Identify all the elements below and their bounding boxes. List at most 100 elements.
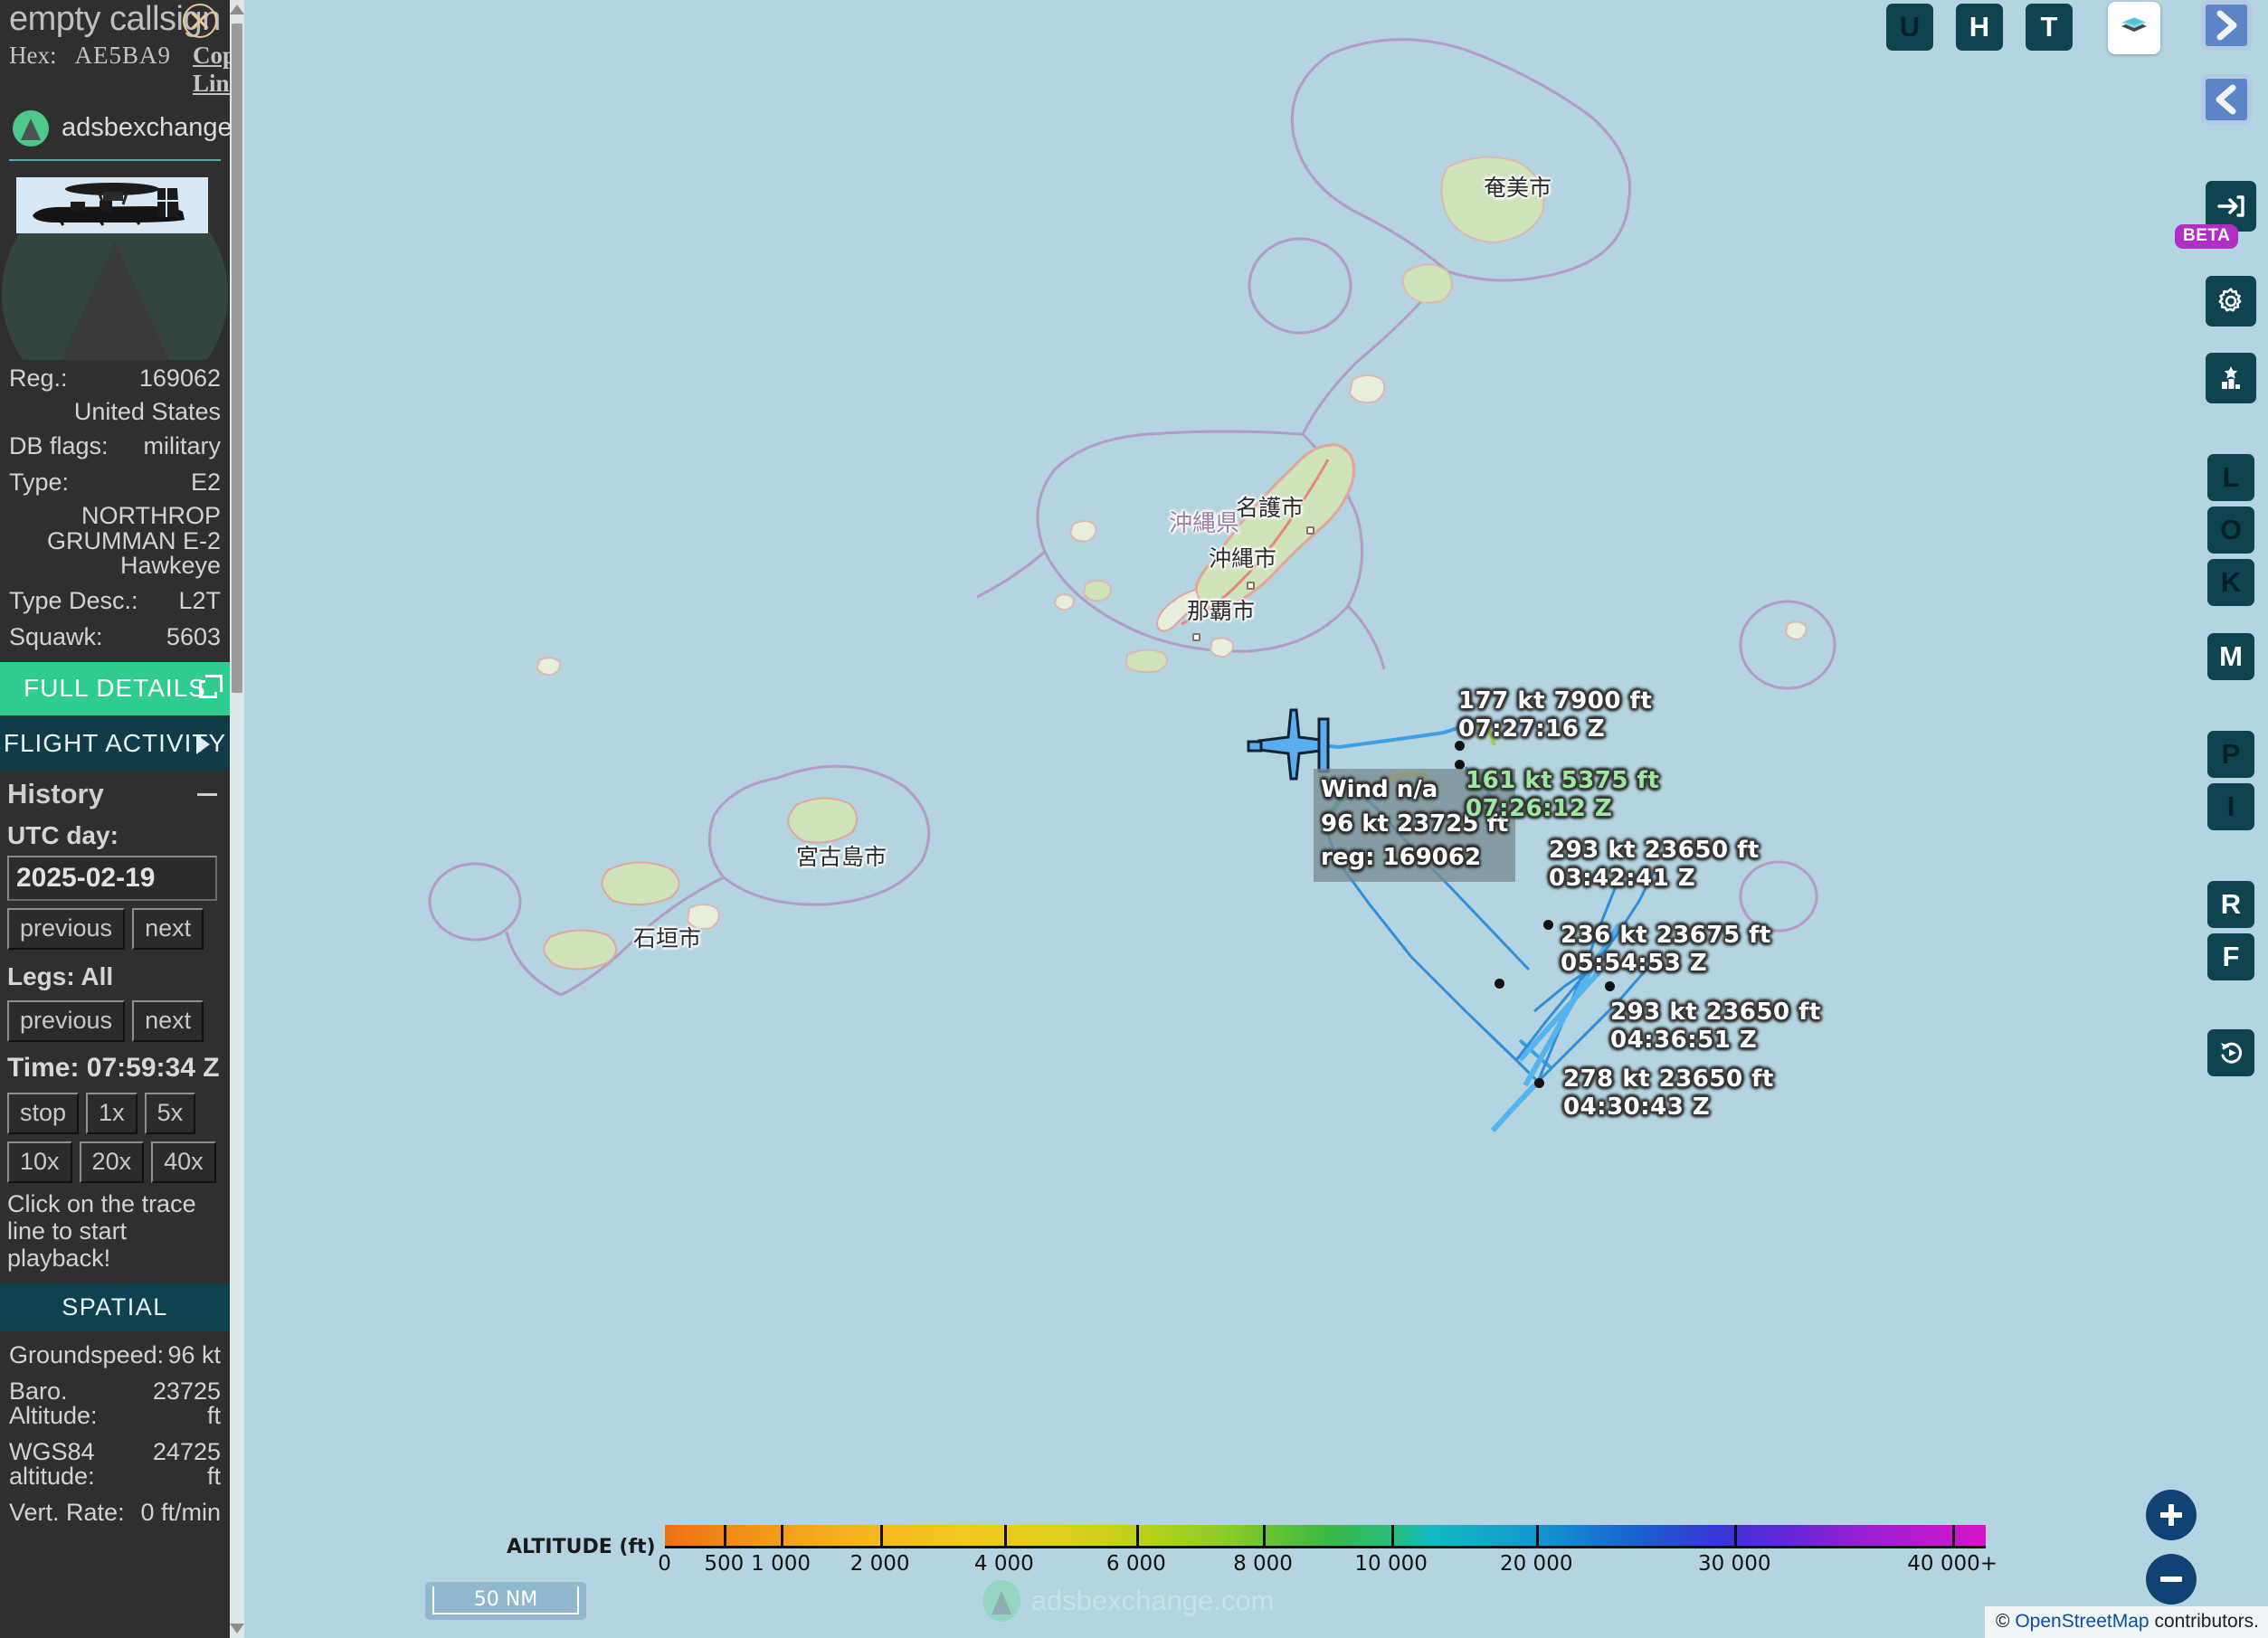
map-button-t[interactable]: T	[2026, 4, 2073, 51]
legs-next-button[interactable]: next	[132, 1000, 204, 1043]
altitude-tick	[781, 1525, 784, 1548]
map-button-m[interactable]: M	[2207, 633, 2254, 680]
sidebar-scrollbar[interactable]	[230, 0, 244, 1638]
utc-day-input[interactable]	[7, 856, 217, 902]
trace-point[interactable]	[1534, 1078, 1544, 1088]
trace-label: 236 kt 23675 ft 05:54:53 Z	[1561, 922, 1771, 977]
scrollbar-thumb[interactable]	[232, 24, 242, 693]
trace-point[interactable]	[1495, 979, 1504, 989]
city-label: 那覇市	[1187, 598, 1256, 624]
trace-label-line2: 07:27:16 Z	[1458, 715, 1606, 743]
utc-day-label: UTC day:	[7, 821, 119, 850]
chevron-left-icon	[2216, 84, 2236, 115]
gear-icon	[2218, 288, 2242, 312]
altitude-tick	[1390, 1525, 1394, 1548]
trace-label-line1: 293 kt 23650 ft	[1610, 999, 1821, 1026]
map-geometry	[428, 38, 1836, 1133]
playback-10x-button[interactable]: 10x	[7, 1141, 72, 1184]
altitude-tick	[1003, 1525, 1007, 1548]
map-button-u[interactable]: U	[1886, 4, 1933, 51]
e2-hawkeye-icon	[33, 182, 185, 226]
close-icon[interactable]	[183, 4, 217, 38]
scroll-up-icon[interactable]	[230, 5, 244, 14]
detail-key: Type Desc.:	[9, 587, 138, 615]
settings-button[interactable]	[2206, 276, 2256, 327]
map-button-k[interactable]: K	[2207, 559, 2254, 606]
stats-button[interactable]	[2206, 353, 2256, 403]
city-label: 奄美市	[1484, 175, 1552, 201]
altitude-tick-label: 4 000	[973, 1552, 1034, 1576]
day-previous-button[interactable]: previous	[7, 908, 126, 951]
panel-expand-right-button[interactable]	[2201, 0, 2252, 51]
playback-40x-button[interactable]: 40x	[151, 1141, 216, 1184]
scroll-down-icon[interactable]	[230, 1624, 244, 1633]
spatial-section-header[interactable]: SPATIAL	[0, 1283, 230, 1331]
history-section-header[interactable]: History	[0, 771, 230, 818]
trace-label: 278 kt 23650 ft 04:30:43 Z	[1563, 1065, 1774, 1121]
altitude-tick-label: 0	[658, 1552, 671, 1576]
city-dot	[1247, 582, 1255, 590]
openstreetmap-link[interactable]: OpenStreetMap	[2015, 1611, 2149, 1632]
detail-row-reg: Reg.: 169062	[9, 360, 221, 396]
zoom-in-button[interactable]	[2146, 1490, 2197, 1540]
spatial-key: Groundspeed:	[9, 1340, 165, 1368]
replay-button[interactable]	[2207, 1029, 2254, 1076]
playback-20x-button[interactable]: 20x	[79, 1141, 145, 1184]
layers-button[interactable]	[2108, 2, 2160, 54]
adsbexchange-logo-icon	[13, 109, 49, 147]
map-watermark: adsbexchange.com	[982, 1580, 1274, 1622]
hex-row: Hex: AE5BA9 Copy Link	[9, 41, 244, 98]
full-details-button[interactable]: FULL DETAILS	[0, 662, 230, 716]
trace-point[interactable]	[1543, 920, 1553, 930]
replay-icon	[2221, 1042, 2243, 1064]
legs-previous-button[interactable]: previous	[7, 1000, 126, 1043]
playback-speed-row-1: stop 1x 5x	[0, 1085, 230, 1135]
altitude-legend: ALTITUDE (ft) 0 500 1 000 2 000 4 000 6 000 8 …	[507, 1525, 1998, 1576]
detail-row-dbflags: DB flags: military	[9, 428, 221, 464]
hex-label: Hex:	[9, 41, 57, 69]
hover-reg: reg: 169062	[1321, 844, 1482, 872]
playback-5x-button[interactable]: 5x	[144, 1093, 196, 1135]
altitude-tick-label: 20 000	[1499, 1552, 1573, 1576]
map-button-p[interactable]: P	[2207, 731, 2254, 778]
login-arrow-icon	[2217, 195, 2244, 217]
trace-label: 161 kt 5375 ft 07:26:12 Z	[1466, 767, 1659, 822]
external-link-icon	[199, 674, 223, 698]
city-dot	[1192, 633, 1200, 641]
spatial-row-wgs84-altitude: WGS84 altitude: 24725 ft	[9, 1434, 221, 1494]
spatial-row-vert-rate: Vert. Rate: 0 ft/min	[9, 1494, 221, 1530]
detail-value: L2T	[178, 587, 221, 615]
day-nav-row: previous next	[0, 901, 230, 951]
detail-key: Squawk:	[9, 623, 103, 651]
map-button-r[interactable]: R	[2207, 881, 2254, 928]
map-canvas[interactable]: 奄美市 沖縄県 名護市 沖縄市 那覇市 宮古島市 石垣市 Wind n/a 96…	[0, 0, 2268, 1638]
detail-value: 5603	[166, 623, 221, 651]
trace-label-line1: 278 kt 23650 ft	[1563, 1065, 1774, 1093]
map-button-i[interactable]: I	[2207, 783, 2254, 830]
day-next-button[interactable]: next	[132, 908, 204, 951]
spatial-key: Vert. Rate:	[9, 1498, 125, 1526]
panel-collapse-left-button[interactable]	[2201, 74, 2252, 125]
attribution: © OpenStreetMap contributors.	[1985, 1606, 2268, 1638]
playback-stop-button[interactable]: stop	[7, 1093, 80, 1135]
map-button-o[interactable]: O	[2207, 507, 2254, 554]
sidebar-header: empty callsign Hex: AE5BA9 Copy Link ads…	[0, 0, 244, 161]
map-button-h[interactable]: H	[1956, 4, 2003, 51]
plus-icon	[2160, 1504, 2182, 1526]
city-label: 名護市	[1236, 495, 1305, 521]
trace-label-line1: 236 kt 23675 ft	[1561, 922, 1771, 949]
collapse-icon[interactable]	[197, 792, 217, 796]
legs-label: Legs: All	[7, 962, 114, 991]
playback-1x-button[interactable]: 1x	[86, 1093, 138, 1135]
trace-label-line2: 03:42:41 Z	[1549, 864, 1696, 892]
chevron-right-icon	[196, 734, 210, 754]
layers-icon	[2121, 17, 2147, 32]
trace-point[interactable]	[1605, 981, 1615, 991]
flight-activity-button[interactable]: FLIGHT ACTIVITY	[0, 717, 230, 772]
copyright-symbol: ©	[1996, 1611, 2010, 1632]
city-label: 沖縄県	[1169, 510, 1240, 537]
map-button-l[interactable]: L	[2207, 454, 2254, 501]
zoom-out-button[interactable]	[2146, 1554, 2197, 1605]
map-button-f[interactable]: F	[2207, 933, 2254, 980]
aircraft-silhouette	[16, 176, 208, 233]
